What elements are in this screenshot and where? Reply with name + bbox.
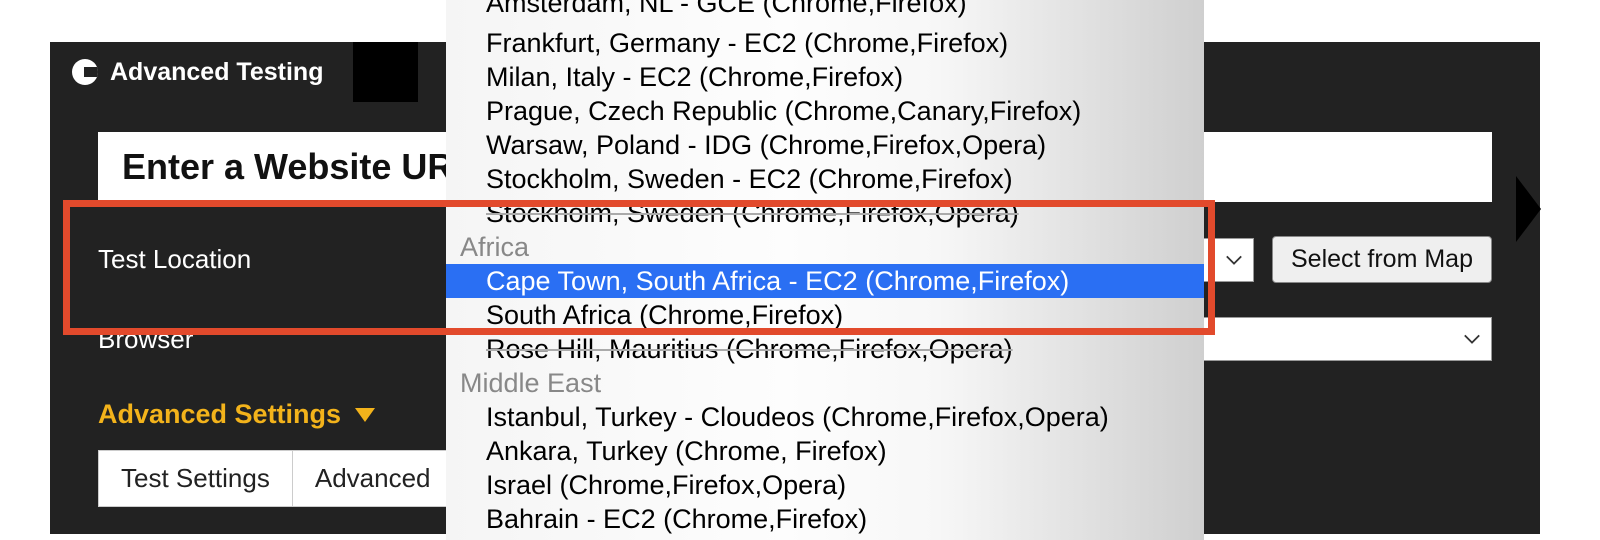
- logo-icon: [72, 59, 98, 85]
- dropdown-option[interactable]: Warsaw, Poland - IDG (Chrome,Firefox,Ope…: [446, 128, 1204, 162]
- dropdown-option[interactable]: Israel (Chrome,Firefox,Opera): [446, 468, 1204, 502]
- dropdown-option[interactable]: Rose Hill, Mauritius (Chrome,Firefox,Ope…: [446, 332, 1204, 366]
- dropdown-option[interactable]: Milan, Italy - EC2 (Chrome,Firefox): [446, 60, 1204, 94]
- dropdown-group-header: Africa: [446, 230, 1204, 264]
- triangle-down-icon: [355, 408, 375, 422]
- sub-tab-advanced[interactable]: Advanced: [293, 450, 454, 507]
- submit-arrow-icon[interactable]: [1516, 176, 1541, 242]
- tab-label: Advanced Testing: [110, 58, 323, 87]
- dropdown-option[interactable]: Stockholm, Sweden - EC2 (Chrome,Firefox): [446, 162, 1204, 196]
- label-test-location: Test Location: [98, 244, 428, 275]
- tab-spacer: [353, 42, 418, 102]
- dropdown-option[interactable]: Ankara, Turkey (Chrome, Firefox): [446, 434, 1204, 468]
- dropdown-option[interactable]: Stockholm, Sweden (Chrome,Firefox,Opera): [446, 196, 1204, 230]
- dropdown-option[interactable]: Prague, Czech Republic (Chrome,Canary,Fi…: [446, 94, 1204, 128]
- chevron-down-icon: [1225, 251, 1243, 269]
- dropdown-option-selected[interactable]: Cape Town, South Africa - EC2 (Chrome,Fi…: [446, 264, 1204, 298]
- dropdown-option[interactable]: Amsterdam, NL - GCE (Chrome,Firefox): [446, 0, 1204, 26]
- label-browser: Browser: [98, 324, 428, 355]
- dropdown-option[interactable]: South Africa (Chrome,Firefox): [446, 298, 1204, 332]
- tab-advanced-testing[interactable]: Advanced Testing: [50, 42, 345, 102]
- chevron-down-icon: [1463, 330, 1481, 348]
- dropdown-option[interactable]: Bahrain - EC2 (Chrome,Firefox): [446, 502, 1204, 536]
- dropdown-option[interactable]: Frankfurt, Germany - EC2 (Chrome,Firefox…: [446, 26, 1204, 60]
- location-dropdown-popup: Amsterdam, NL - GCE (Chrome,Firefox)Fran…: [446, 0, 1204, 540]
- select-from-map-button[interactable]: Select from Map: [1272, 236, 1492, 283]
- sub-tab-test-settings[interactable]: Test Settings: [98, 450, 293, 507]
- dropdown-group-header: Middle East: [446, 366, 1204, 400]
- dropdown-option[interactable]: Istanbul, Turkey - Cloudeos (Chrome,Fire…: [446, 400, 1204, 434]
- advanced-settings-label: Advanced Settings: [98, 399, 341, 430]
